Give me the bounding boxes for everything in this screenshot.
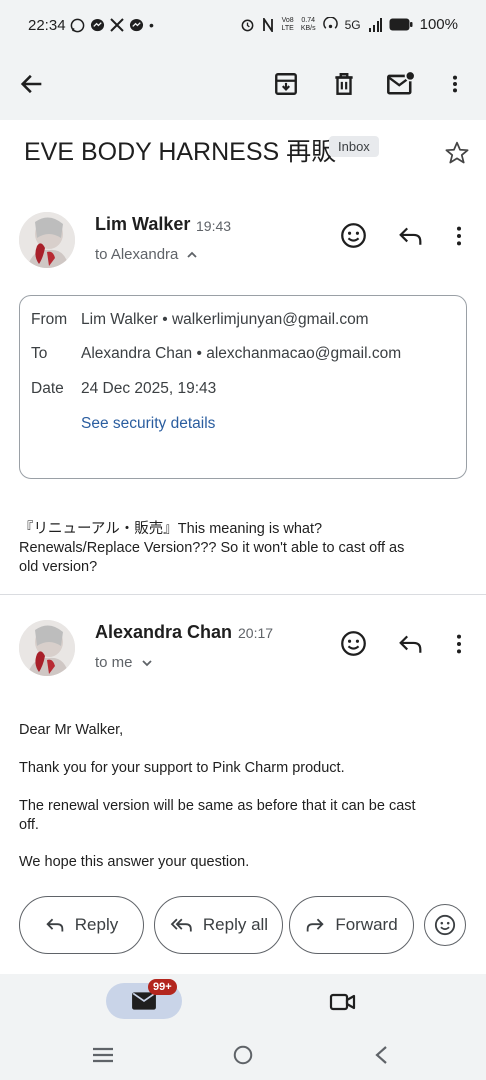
bottom-navigation: 99+ [0, 974, 486, 1032]
emoji-react-icon[interactable] [340, 222, 367, 249]
inbox-label-chip[interactable]: Inbox [329, 136, 379, 157]
message2-recipients-toggle[interactable]: to me [95, 654, 153, 671]
signal-bars-icon [368, 17, 382, 32]
forward-button-label: Forward [335, 915, 398, 934]
chevron-down-icon [141, 659, 152, 666]
status-time: 22:34 [28, 17, 66, 34]
mark-unread-icon[interactable] [386, 70, 416, 98]
nfc-icon [263, 17, 274, 32]
reply-all-icon [170, 918, 192, 932]
message2-greeting: Dear Mr Walker, [19, 722, 124, 738]
unread-count-badge: 99+ [148, 979, 177, 995]
message2-more-icon[interactable] [448, 632, 470, 656]
alarm-icon [242, 19, 254, 32]
reply-icon [46, 918, 64, 932]
signal-label: 5G [344, 17, 361, 32]
message1-body: 『リニューアル・販売』This meaning is what? Renewal… [19, 520, 469, 577]
message1-sender-name: Lim Walker [95, 214, 191, 234]
avatar-image [19, 620, 75, 676]
meet-video-icon[interactable] [329, 991, 357, 1013]
message2-paragraph-2-line: off. [19, 817, 39, 833]
message1-body-line: old version? [19, 559, 98, 575]
reply-all-button[interactable]: Reply all [154, 896, 283, 954]
message1-body-line: Renewals/Replace Version??? So it won't … [19, 540, 405, 556]
hotspot-icon [322, 17, 338, 29]
message-divider [0, 594, 486, 595]
date-value: 24 Dec 2025, 19:43 [81, 380, 217, 397]
message2-paragraph-2: The renewal version will be same as befo… [19, 797, 469, 835]
whatsapp-icon [70, 18, 85, 32]
message2-paragraph-1: Thank you for your support to Pink Charm… [19, 760, 345, 776]
subject-row: EVE BODY HARNESS 再販 [0, 120, 486, 184]
archive-icon[interactable] [273, 70, 299, 98]
sender-avatar-2[interactable] [19, 620, 75, 676]
messenger-icon [90, 18, 105, 31]
message-details-box: From Lim Walker • walkerlimjunyan@gmail.… [19, 295, 467, 479]
battery-icon [389, 18, 413, 31]
avatar-image [19, 212, 75, 268]
message2-paragraph-2-line: The renewal version will be same as befo… [19, 798, 416, 814]
reply-icon[interactable] [397, 224, 424, 248]
message2-paragraph-3: We hope this answer your question. [19, 854, 250, 870]
notification-icons: • [70, 17, 154, 33]
forward-icon [307, 918, 324, 932]
reply-icon-2[interactable] [397, 632, 424, 656]
to-label: To [31, 345, 48, 362]
emoji-reaction-button[interactable] [424, 904, 466, 946]
message1-time: 19:43 [196, 218, 232, 234]
network-speed: 0.74 KB/s [300, 16, 316, 32]
system-navigation-bar [0, 1032, 486, 1080]
more-vert-icon[interactable] [444, 70, 466, 98]
security-details-link[interactable]: See security details [81, 415, 215, 433]
reply-all-button-label: Reply all [202, 915, 269, 934]
message1-more-icon[interactable] [448, 224, 470, 248]
message1-body-line: 『リニューアル・販売』This meaning is what? [19, 521, 323, 537]
back-arrow-icon[interactable] [18, 70, 46, 98]
status-right-group: Vo8 LTE 0.74 KB/s 5G 100% [240, 16, 458, 33]
date-label: Date [31, 380, 64, 397]
forward-button[interactable]: Forward [289, 896, 414, 954]
home-icon[interactable] [231, 1044, 255, 1066]
volte-indicator: Vo8 LTE [281, 16, 294, 32]
star-icon[interactable] [444, 140, 470, 166]
reply-button-label: Reply [74, 915, 119, 934]
message1-recipients-toggle[interactable]: to Alexandra [95, 246, 198, 263]
back-nav-icon[interactable] [372, 1044, 392, 1066]
chevron-up-icon [187, 251, 198, 258]
message1-to-line: to Alexandra [95, 246, 179, 263]
from-value: Lim Walker • walkerlimjunyan@gmail.com [81, 311, 369, 328]
messenger-icon-2 [129, 18, 144, 31]
battery-percent: 100% [419, 16, 458, 33]
emoji-react-icon-2[interactable] [340, 630, 367, 657]
status-bar: 22:34 • Vo8 LTE 0.74 KB/s 5G 100% [0, 0, 486, 52]
email-subject: EVE BODY HARNESS 再販 [24, 138, 337, 166]
delete-icon[interactable] [331, 70, 357, 98]
message2-sender-name: Alexandra Chan [95, 622, 233, 642]
from-label: From [31, 311, 68, 328]
message2-time: 20:17 [238, 625, 274, 641]
to-value: Alexandra Chan • alexchanmacao@gmail.com [81, 345, 402, 362]
recent-apps-icon[interactable] [91, 1044, 115, 1066]
reply-button[interactable]: Reply [19, 896, 144, 954]
more-notifications-dot: • [149, 17, 154, 33]
sender-avatar[interactable] [19, 212, 75, 268]
message2-to-line: to me [95, 654, 133, 671]
x-icon [110, 18, 124, 32]
app-bar [0, 52, 486, 120]
smiley-icon [434, 914, 456, 936]
